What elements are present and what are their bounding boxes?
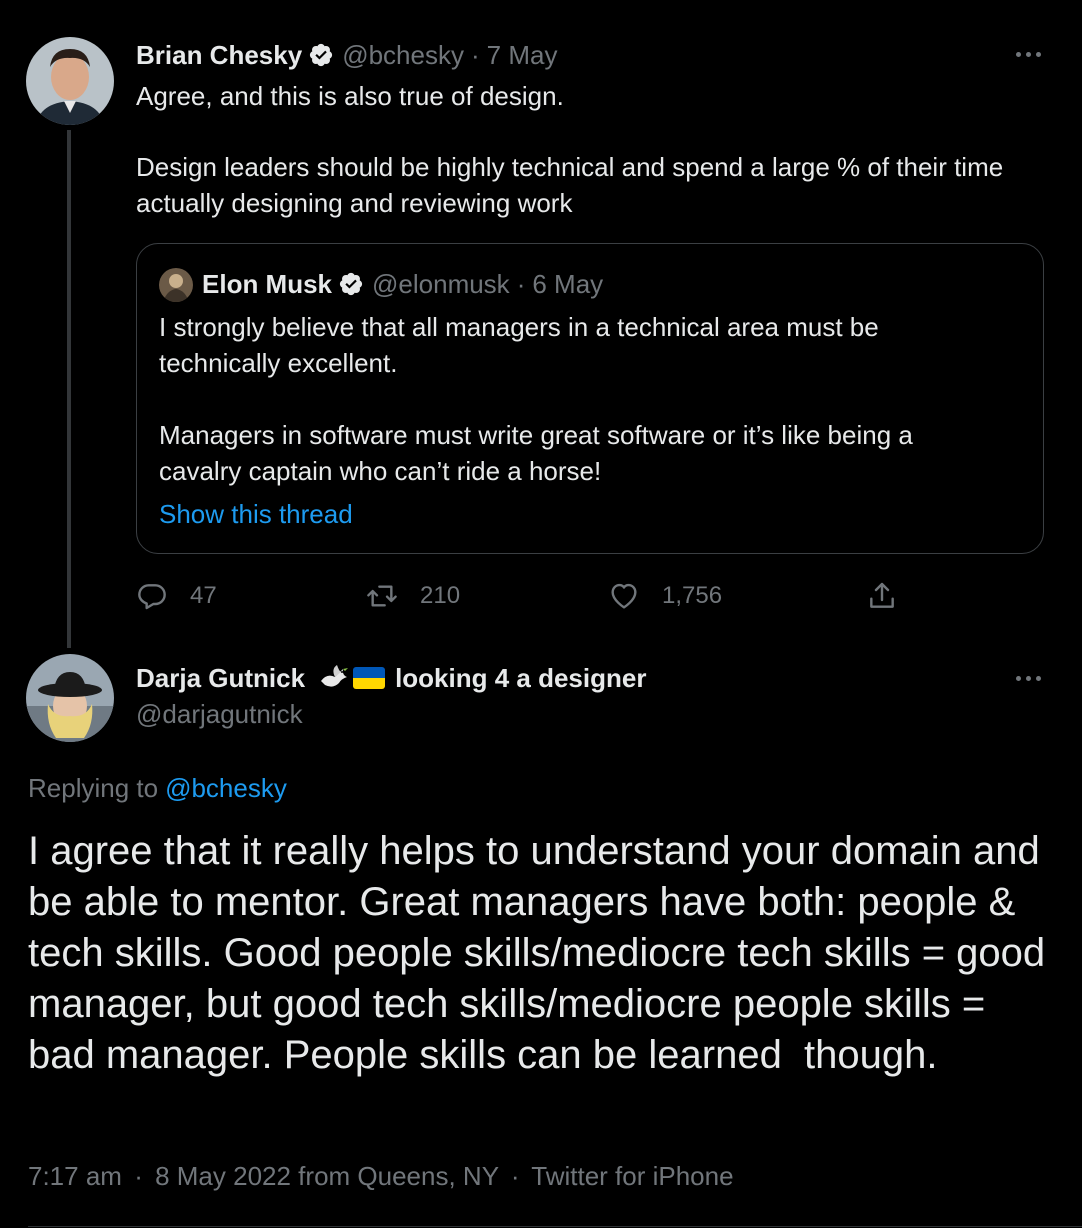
author-name-suffix: looking 4 a designer	[395, 663, 647, 693]
show-this-thread-link[interactable]: Show this thread	[159, 496, 353, 532]
verified-badge-icon	[339, 272, 363, 296]
share-icon	[870, 582, 894, 608]
header-separator: ·	[470, 40, 480, 70]
replying-to-label: Replying to	[28, 773, 159, 803]
reply-action[interactable]: 47	[136, 580, 217, 612]
tweet1-text-paragraph2: Design leaders should be highly technica…	[136, 152, 1011, 218]
tweet-date-location[interactable]: 8 May 2022 from Queens, NY	[155, 1161, 498, 1191]
verified-badge-icon	[310, 43, 333, 67]
share-action[interactable]	[866, 580, 920, 612]
tweet1-header: Brian Chesky @bchesky · 7 May	[136, 39, 557, 71]
quote-author-name: Elon Musk	[202, 269, 333, 299]
divider	[28, 1226, 1082, 1227]
replying-to: Replying to @bchesky	[28, 772, 287, 804]
ukraine-flag-icon	[353, 667, 386, 689]
like-action[interactable]: 1,756	[608, 580, 722, 612]
tweet-client[interactable]: Twitter for iPhone	[531, 1161, 733, 1191]
replying-to-handle-link[interactable]: @bchesky	[165, 772, 287, 804]
author-handle[interactable]: @darjagutnick	[136, 698, 303, 730]
avatar-elon-musk	[159, 268, 193, 302]
tweet-time[interactable]: 7:17 am	[28, 1161, 122, 1191]
quote-text-paragraph1: I strongly believe that all managers in …	[159, 312, 886, 378]
thread-connector-line	[67, 130, 71, 648]
meta-separator-2: ·	[510, 1161, 520, 1191]
quote-avatar-image	[159, 268, 193, 302]
quote-date: 6 May	[532, 269, 604, 299]
tweet1-text-line1: Agree, and this is also true of design.	[136, 81, 564, 111]
author-name[interactable]: Brian Chesky	[136, 39, 302, 71]
retweet-icon	[367, 585, 397, 607]
tweet2-header: Darja Gutnick looking 4 a designer	[136, 662, 646, 694]
meta-separator: ·	[134, 1161, 143, 1191]
retweet-action[interactable]: 210	[366, 580, 460, 612]
tweet2-more-menu-icon[interactable]	[1016, 668, 1041, 688]
dove-emoji-icon	[321, 665, 349, 687]
retweet-count: 210	[420, 582, 461, 609]
quoted-tweet-card[interactable]: Elon Musk @elonmusk · 6 May I strongly b…	[136, 243, 1044, 554]
reply-icon	[138, 584, 166, 610]
quote-header: Elon Musk @elonmusk · 6 May	[202, 268, 603, 300]
like-count: 1,756	[662, 582, 723, 609]
avatar-darja-gutnick[interactable]	[26, 654, 114, 742]
quote-text-paragraph2: Managers in software must write great so…	[159, 420, 921, 486]
quote-author-handle: @elonmusk	[372, 269, 510, 299]
avatar-brian-chesky[interactable]	[26, 37, 114, 125]
avatar-image	[26, 654, 114, 742]
tweet2-meta: 7:17 am · 8 May 2022 from Queens, NY · T…	[28, 1160, 734, 1192]
avatar-image	[26, 37, 114, 125]
quote-header-separator: ·	[516, 269, 526, 299]
author-name[interactable]: Darja Gutnick	[136, 662, 305, 694]
tweet-date[interactable]: 7 May	[487, 39, 558, 71]
tweet2-text: I agree that it really helps to understa…	[28, 829, 1057, 1077]
reply-count: 47	[190, 582, 217, 609]
heart-icon	[611, 583, 637, 609]
author-handle[interactable]: @bchesky	[342, 39, 464, 71]
tweet1-more-menu-icon[interactable]	[1016, 44, 1041, 64]
